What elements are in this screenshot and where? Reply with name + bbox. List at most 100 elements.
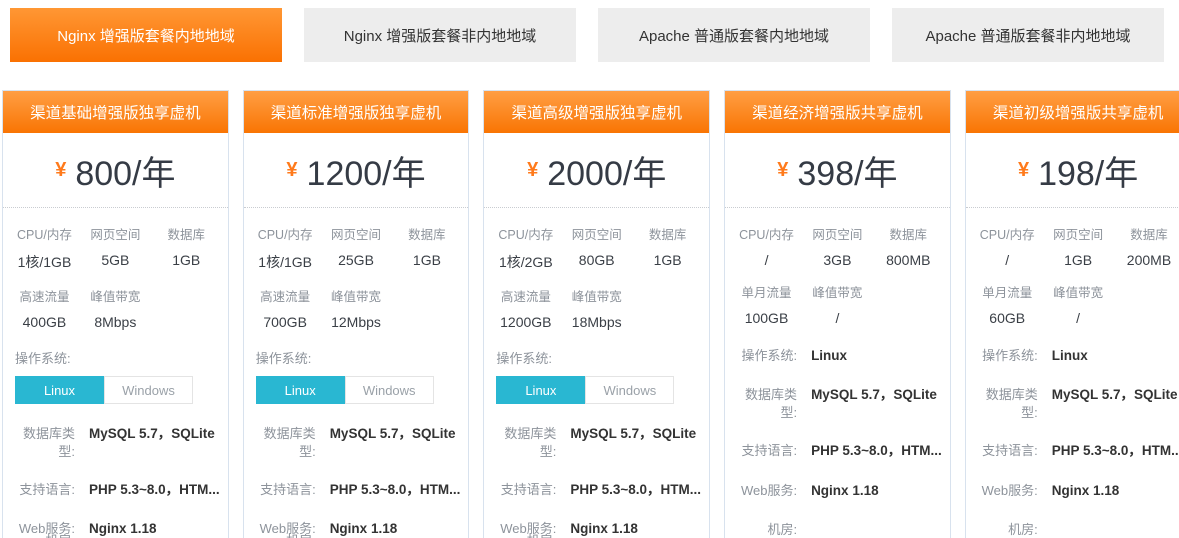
detail-value: Nginx 1.18 <box>811 482 879 500</box>
spec-item: 数据库 800MB <box>873 224 944 268</box>
spec-item: 网页空间25GB <box>321 224 392 272</box>
spec-item: 数据库 1GB <box>632 224 703 272</box>
price-amount: 398/年 <box>797 146 897 195</box>
spec-label: CPU/内存 <box>9 224 80 243</box>
spec-item: CPU/内存1核/1GB <box>250 224 321 272</box>
spec-item: 数据库 1GB <box>151 224 222 272</box>
spec-label: 网页空间 <box>321 224 392 243</box>
hosting-pricing-page: Nginx 增强版套餐内地地域 Nginx 增强版套餐非内地地域 Apache 普通… <box>0 8 1179 538</box>
spec-label: 峰值带宽 <box>1043 282 1114 301</box>
detail-label: 机房: <box>9 532 75 538</box>
spec-label: 峰值带宽 <box>802 282 873 301</box>
spec-item: 网页空间5GB <box>80 224 151 272</box>
os-button-windows[interactable]: Windows <box>104 376 193 404</box>
spec-value: / <box>1043 310 1114 326</box>
package-tab-1[interactable]: Nginx 增强版套餐内地地域 <box>10 8 282 62</box>
detail-label: 机房: <box>490 532 556 538</box>
detail-label: 操作系统: <box>972 347 1038 365</box>
plan-specs: CPU/内存/网页空间 3GB数据库 800MB 单月流量 100GB峰值带宽 / <box>725 208 950 326</box>
detail-label: 数据库类型: <box>731 386 797 421</box>
plan-specs: CPU/内存1核/2GB网页空间80GB数据库1GB高速流量1200GB峰值带宽… <box>484 208 709 330</box>
plan-card: 渠道经济增强版共享虚机 ¥ 398/年 CPU/内存/网页空间3GB数据库800… <box>724 90 951 538</box>
currency-symbol: ¥ <box>777 159 788 182</box>
spec-value: / <box>802 310 873 326</box>
detail-label: 机房: <box>731 521 797 538</box>
spec-label: 数据库 <box>151 224 222 243</box>
spec-label: 高速流量 <box>250 286 321 305</box>
spec-label: 数据库 <box>873 224 944 243</box>
detail-row: 操作系统: Linux <box>972 347 1179 365</box>
detail-label: 数据库类型: <box>250 425 316 460</box>
spec-item: 网页空间 3GB <box>802 224 873 268</box>
spec-label: CPU/内存 <box>731 224 802 243</box>
spec-label: 网页空间 <box>802 224 873 243</box>
detail-row: 支持语言: PHP 5.3~8.0，HTM... <box>972 442 1179 460</box>
plan-price: ¥ 800/年 <box>3 133 228 208</box>
os-button-linux[interactable]: Linux <box>15 376 104 404</box>
detail-row: 机房: <box>731 521 942 538</box>
spec-value: 1200GB <box>490 314 561 330</box>
detail-value: PHP 5.3~8.0，HTM... <box>89 481 220 499</box>
detail-label: 操作系统: <box>731 347 797 365</box>
plan-price: ¥ 398/年 <box>725 133 950 208</box>
spec-value: 1GB <box>1043 252 1114 268</box>
spec-item: 峰值带宽12Mbps <box>321 286 392 330</box>
spec-value: 1GB <box>632 252 703 268</box>
detail-value: Linux <box>1052 347 1088 365</box>
spec-value: 800MB <box>873 252 944 268</box>
detail-value: PHP 5.3~8.0，HTM... <box>811 442 942 460</box>
detail-row: 数据库类型:MySQL 5.7，SQLite <box>9 425 220 460</box>
spec-label: CPU/内存 <box>972 224 1043 243</box>
spec-label: 单月流量 <box>731 282 802 301</box>
price-amount: 800/年 <box>75 146 175 195</box>
detail-label: 数据库类型: <box>490 425 556 460</box>
plan-details: 数据库类型:MySQL 5.7，SQLite支持语言:PHP 5.3~8.0，H… <box>484 425 709 538</box>
detail-value: Nginx 1.18 <box>330 520 398 538</box>
os-button-linux[interactable]: Linux <box>496 376 585 404</box>
detail-value: PHP 5.3~8.0，HTM... <box>1052 442 1179 460</box>
plan-details: 操作系统:Linux数据库类型:MySQL 5.7，SQLite支持语言:PHP… <box>725 347 950 538</box>
plan-card: 渠道高级增强版独享虚机 ¥ 2000/年 CPU/内存1核/2GB网页空间80G… <box>483 90 710 538</box>
plan-details: 数据库类型:MySQL 5.7，SQLite支持语言:PHP 5.3~8.0，H… <box>244 425 469 538</box>
spec-value: 5GB <box>80 252 151 268</box>
price-amount: 198/年 <box>1038 146 1138 195</box>
plan-title: 渠道高级增强版独享虚机 <box>484 91 709 133</box>
package-tab-3[interactable]: Apache 普通版套餐内地地域 <box>598 8 870 62</box>
plan-cards: 渠道基础增强版独享虚机 ¥ 800/年 CPU/内存1核/1GB网页空间5GB数… <box>0 90 1179 538</box>
detail-row: Web服务:Nginx 1.18 <box>972 482 1179 500</box>
os-button-linux[interactable]: Linux <box>256 376 345 404</box>
spec-value: 200MB <box>1114 252 1179 268</box>
spec-label: CPU/内存 <box>250 224 321 243</box>
spec-item: 峰值带宽18Mbps <box>561 286 632 330</box>
os-label: 操作系统: <box>496 348 709 367</box>
spec-item: CPU/内存/ <box>731 224 802 268</box>
spec-value: 1GB <box>151 252 222 268</box>
detail-label: 数据库类型: <box>972 386 1038 421</box>
detail-label: Web服务: <box>731 482 797 500</box>
spec-item: 数据库 200MB <box>1114 224 1179 268</box>
spec-label: 数据库 <box>1114 224 1179 243</box>
os-button-windows[interactable]: Windows <box>585 376 674 404</box>
spec-value: 3GB <box>802 252 873 268</box>
detail-value: MySQL 5.7，SQLite <box>811 386 937 404</box>
spec-label: 数据库 <box>632 224 703 243</box>
package-tab-2[interactable]: Nginx 增强版套餐非内地地域 <box>304 8 576 62</box>
plan-price: ¥ 198/年 <box>966 133 1179 208</box>
currency-symbol: ¥ <box>1018 159 1029 182</box>
detail-label: 支持语言: <box>972 442 1038 460</box>
detail-row: 机房: <box>972 521 1179 538</box>
plan-card: 渠道标准增强版独享虚机 ¥ 1200/年 CPU/内存1核/1GB网页空间25G… <box>243 90 470 538</box>
currency-symbol: ¥ <box>527 159 538 182</box>
detail-label: 数据库类型: <box>9 425 75 460</box>
os-button-windows[interactable]: Windows <box>345 376 434 404</box>
detail-label: 支持语言: <box>9 481 75 499</box>
os-label: 操作系统: <box>256 348 469 367</box>
package-tab-4[interactable]: Apache 普通版套餐非内地地域 <box>892 8 1164 62</box>
spec-label: 峰值带宽 <box>561 286 632 305</box>
os-buttons: LinuxWindows <box>496 376 709 404</box>
spec-value: 100GB <box>731 310 802 326</box>
spec-label: 峰值带宽 <box>321 286 392 305</box>
detail-row: 操作系统:Linux <box>731 347 942 365</box>
detail-value: Nginx 1.18 <box>89 520 157 538</box>
detail-value: Nginx 1.18 <box>1052 482 1120 500</box>
